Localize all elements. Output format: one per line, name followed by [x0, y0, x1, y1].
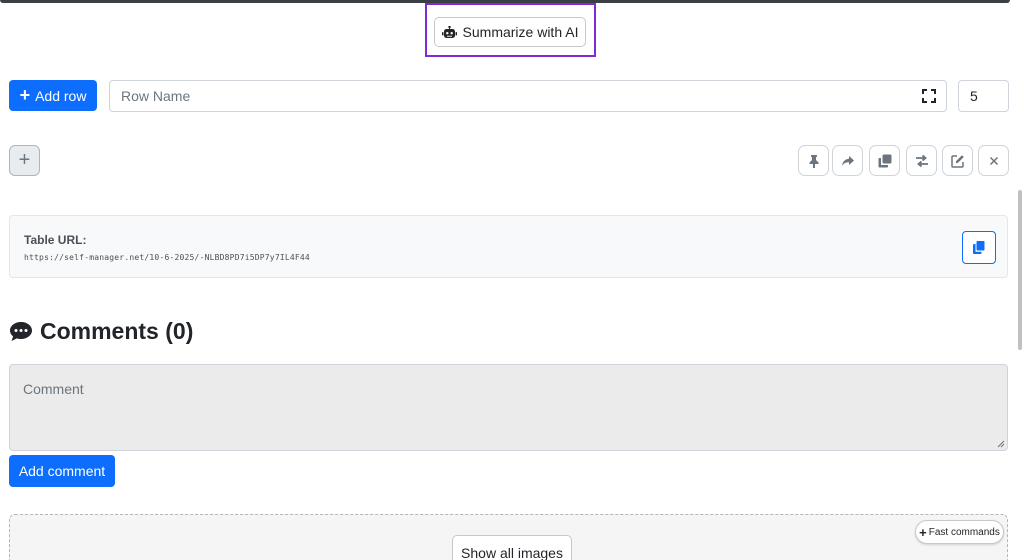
plus-icon: +: [19, 84, 31, 105]
row-name-input[interactable]: [110, 81, 910, 111]
edit-icon: [950, 154, 964, 168]
scrollbar-thumb[interactable]: [1018, 190, 1022, 350]
table-url-label: Table URL:: [24, 233, 87, 247]
table-url-card: Table URL: https://self-manager.net/10-6…: [9, 215, 1008, 278]
swap-icon: [915, 154, 928, 167]
thumbtack-icon: [809, 154, 818, 168]
share-icon: [841, 155, 854, 166]
clone-icon: [878, 154, 891, 167]
page-scrollbar[interactable]: [1014, 0, 1024, 560]
plus-icon: +: [18, 149, 31, 171]
comments-title: Comments (0): [40, 318, 194, 344]
copy-icon: [973, 241, 985, 254]
row-count-input[interactable]: 5: [958, 80, 1009, 112]
summarize-with-ai-button[interactable]: Summarize with AI: [434, 17, 586, 47]
robot-icon: [441, 25, 457, 38]
add-row-button[interactable]: + Add row: [9, 80, 97, 111]
images-dropzone: Show all images + Fast commands: [9, 514, 1008, 560]
pin-button[interactable]: [798, 145, 829, 176]
clone-button[interactable]: [869, 145, 900, 176]
comment-textarea-wrapper: [9, 364, 1008, 451]
copy-url-button[interactable]: [962, 231, 996, 264]
comment-icon: [10, 322, 32, 341]
table-url-value: https://self-manager.net/10-6-2025/-NLBD…: [24, 253, 310, 262]
edit-button[interactable]: [942, 145, 973, 176]
expand-icon[interactable]: [922, 89, 936, 103]
add-comment-button[interactable]: Add comment: [9, 455, 115, 487]
swap-button[interactable]: [906, 145, 937, 176]
comment-textarea[interactable]: [10, 365, 1007, 450]
fast-commands-button[interactable]: + Fast commands: [915, 520, 1004, 544]
show-all-images-button[interactable]: Show all images: [452, 535, 572, 560]
add-row-label: Add row: [35, 87, 87, 104]
close-icon: [989, 156, 998, 165]
row-name-field-wrapper: [109, 80, 947, 112]
plus-icon: +: [919, 524, 927, 540]
comments-heading: Comments (0): [9, 318, 193, 345]
add-column-button[interactable]: +: [9, 145, 40, 176]
summarize-label: Summarize with AI: [462, 24, 579, 40]
fast-commands-label: Fast commands: [928, 526, 1000, 538]
summarize-highlight-box: Summarize with AI: [425, 3, 596, 57]
close-button[interactable]: [978, 145, 1009, 176]
share-button[interactable]: [832, 145, 863, 176]
resize-grip-icon[interactable]: [997, 440, 1005, 448]
